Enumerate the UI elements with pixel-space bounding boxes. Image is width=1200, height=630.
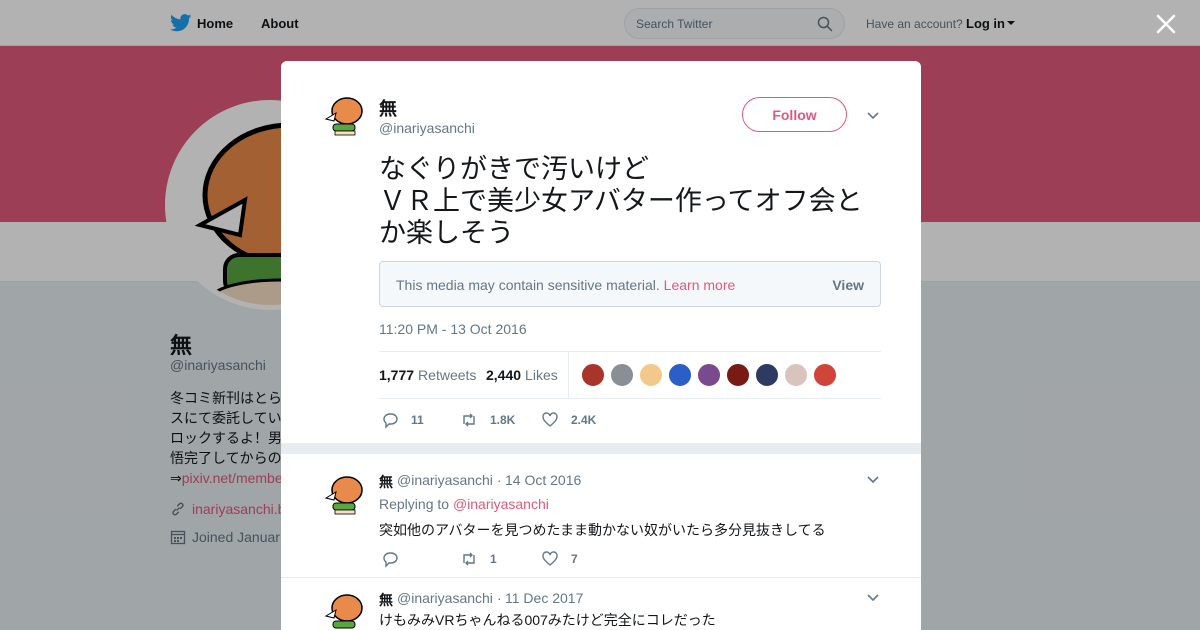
retweets-count: 1,777: [379, 367, 415, 383]
stats-divider: [568, 352, 569, 398]
likes-count: 2,440: [486, 367, 522, 383]
reply-icon: [383, 552, 398, 568]
likes-stat[interactable]: 2,440 Likes: [486, 367, 558, 383]
sensitive-notice-text: This media may contain sensitive materia…: [396, 277, 735, 293]
reply-separator: ·: [497, 472, 502, 488]
reply-author-name[interactable]: 無: [379, 472, 393, 492]
tweet-modal: 無 @inariyasanchi Follow なぐりがきで汚いけど ＶＲ上で美…: [281, 61, 921, 630]
heart-icon: [542, 551, 558, 566]
liker-avatar[interactable]: [726, 363, 750, 387]
sensitive-media-notice: This media may contain sensitive materia…: [379, 261, 881, 307]
conversation-gap: [281, 443, 921, 453]
liker-avatar[interactable]: [639, 363, 663, 387]
liker-avatar[interactable]: [697, 363, 721, 387]
replying-to-label: Replying to: [379, 496, 450, 512]
reply-text: けもみみVRちゃんねる007みたけど完全にコレだった: [379, 612, 716, 628]
like-action[interactable]: 2.4K: [541, 411, 611, 429]
heart-icon: [542, 412, 558, 427]
reply-author-handle[interactable]: @inariyasanchi: [397, 590, 493, 606]
retweets-label: Retweets: [418, 367, 477, 383]
replying-to: Replying to @inariyasanchi: [379, 496, 549, 512]
reply-text: 突如他のアバターを見つめたまま動かない奴がいたら多分見抜きしてる: [379, 522, 826, 538]
author-name[interactable]: 無: [379, 95, 397, 121]
like-action[interactable]: 7: [541, 550, 591, 568]
like-count: 7: [571, 552, 578, 566]
retweet-icon: [463, 413, 475, 427]
reply-author-avatar[interactable]: [323, 474, 365, 516]
reply-icon: [383, 413, 398, 429]
reply-date[interactable]: 11 Dec 2017: [505, 590, 583, 606]
reply-action[interactable]: [381, 550, 421, 568]
reply-author-avatar[interactable]: [323, 592, 365, 630]
liker-avatar[interactable]: [581, 363, 605, 387]
reply-author-name[interactable]: 無: [379, 590, 393, 610]
retweet-count: 1: [490, 552, 497, 566]
learn-more-link[interactable]: Learn more: [664, 277, 736, 293]
reply-tweet[interactable]: 無 @inariyasanchi · 14 Oct 2016 Replying …: [281, 453, 921, 577]
reply-author-handle[interactable]: @inariyasanchi: [397, 472, 493, 488]
retweet-icon: [463, 552, 475, 566]
like-count: 2.4K: [571, 413, 597, 427]
reply-count: 11: [411, 413, 424, 427]
liker-avatar[interactable]: [813, 363, 837, 387]
reply-action[interactable]: 11: [381, 411, 441, 429]
author-handle[interactable]: @inariyasanchi: [379, 120, 475, 136]
chevron-down-icon[interactable]: [867, 112, 879, 120]
sensitive-message: This media may contain sensitive materia…: [396, 277, 660, 293]
replying-to-handle[interactable]: @inariyasanchi: [453, 496, 549, 512]
chevron-down-icon[interactable]: [867, 594, 879, 602]
liker-avatar[interactable]: [610, 363, 634, 387]
liker-avatar[interactable]: [784, 363, 808, 387]
retweets-stat[interactable]: 1,777 Retweets: [379, 367, 476, 383]
reply-date[interactable]: 14 Oct 2016: [505, 472, 581, 488]
tweet-text: なぐりがきで汚いけど ＶＲ上で美少女アバター作ってオフ会とか楽しそう: [379, 154, 863, 248]
reply-tweet[interactable]: 無 @inariyasanchi · 11 Dec 2017 けもみみVRちゃん…: [281, 577, 921, 630]
tweet-stats: 1,777 Retweets 2,440 Likes: [379, 351, 881, 399]
reply-separator: ·: [497, 590, 502, 606]
author-avatar[interactable]: [323, 95, 365, 137]
view-media-button[interactable]: View: [832, 277, 864, 293]
chevron-down-icon[interactable]: [867, 476, 879, 484]
likes-label: Likes: [525, 367, 558, 383]
retweet-action[interactable]: 1: [460, 550, 510, 568]
retweet-count: 1.8K: [490, 413, 516, 427]
liker-avatar[interactable]: [755, 363, 779, 387]
close-icon[interactable]: [1155, 13, 1177, 35]
tweet-timestamp[interactable]: 11:20 PM - 13 Oct 2016: [379, 321, 527, 337]
liker-avatar[interactable]: [668, 363, 692, 387]
follow-button[interactable]: Follow: [742, 97, 847, 132]
retweet-action[interactable]: 1.8K: [460, 411, 530, 429]
